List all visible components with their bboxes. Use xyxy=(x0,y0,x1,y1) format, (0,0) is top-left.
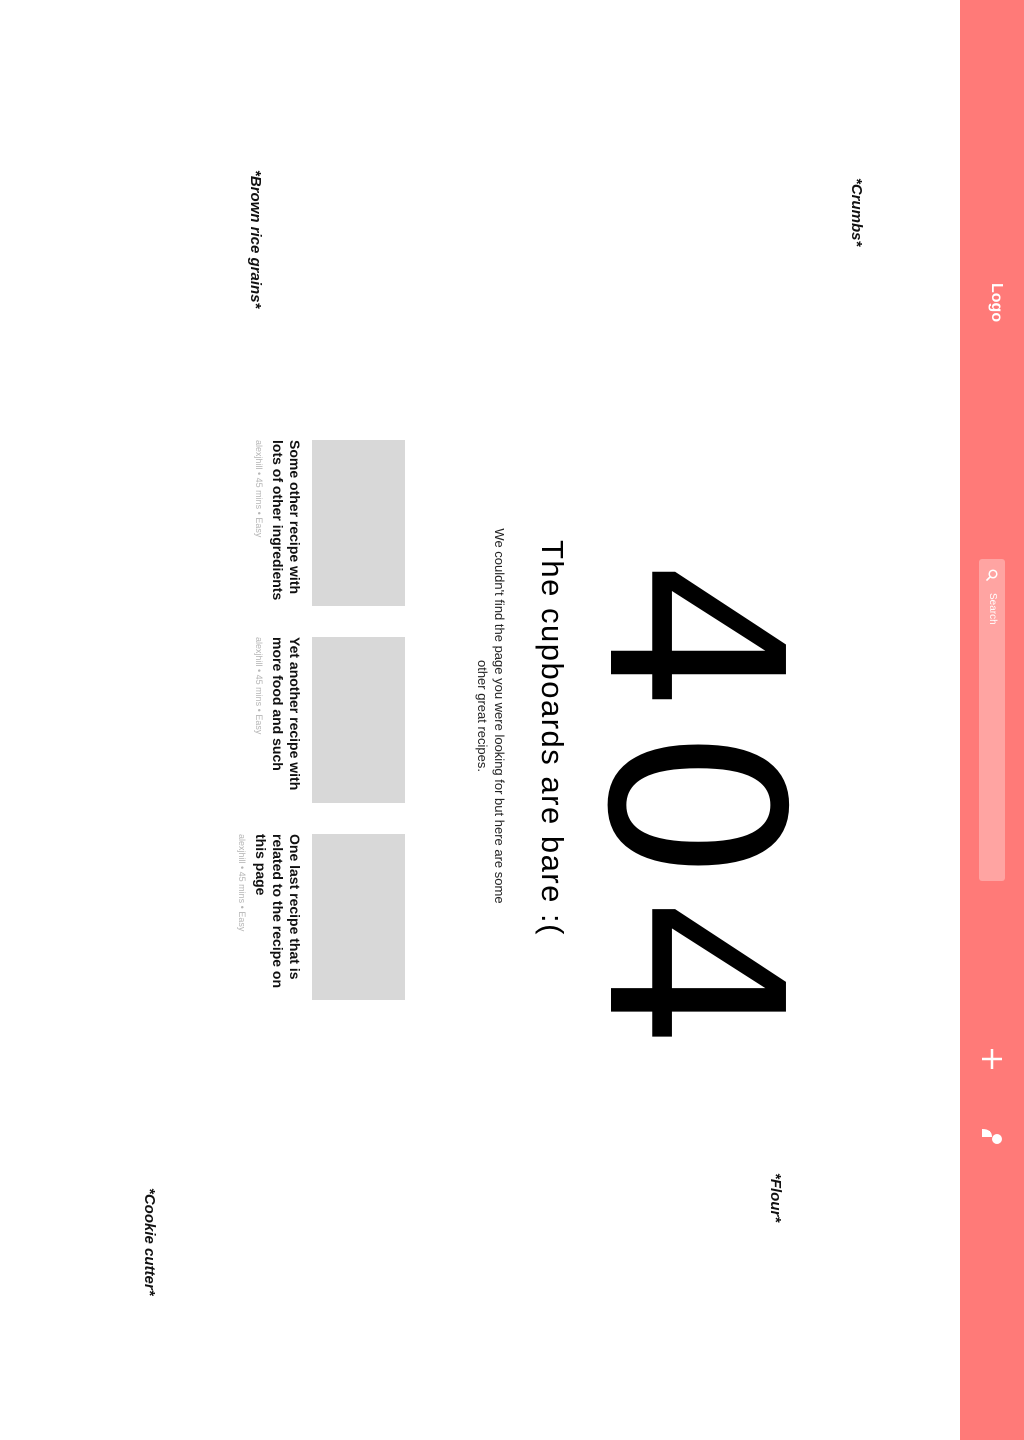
user-icon[interactable] xyxy=(981,1128,1003,1150)
search-icon xyxy=(986,569,998,581)
search-placeholder: Search xyxy=(987,593,998,625)
top-nav: Logo Search xyxy=(960,0,1024,1440)
search-input[interactable]: Search xyxy=(979,559,1005,881)
error-code: 404 xyxy=(554,560,834,1067)
recipe-title[interactable]: Yet another recipe with more food and su… xyxy=(269,637,303,803)
brown-rice-label: *Brown rice grains* xyxy=(247,170,264,309)
cookie-cutter-label: *Cookie cutter* xyxy=(141,1188,158,1296)
recipe-meta: alexjhill • 45 mins • Easy xyxy=(237,834,247,932)
recipe-meta: alexjhill • 45 mins • Easy xyxy=(254,637,264,735)
recipe-card[interactable]: Some other recipe with lots of other ing… xyxy=(253,440,405,606)
plus-icon[interactable] xyxy=(981,1048,1003,1070)
crumbs-label: *Crumbs* xyxy=(848,178,865,247)
error-message: We couldn't find the page you were looki… xyxy=(475,528,507,904)
flour-label: *Flour* xyxy=(767,1173,784,1223)
recipe-meta: alexjhill • 45 mins • Easy xyxy=(254,440,264,538)
recipe-title[interactable]: One last recipe that is related to the r… xyxy=(252,834,303,1000)
recipe-card[interactable]: Yet another recipe with more food and su… xyxy=(253,637,405,803)
recipe-card[interactable]: One last recipe that is related to the r… xyxy=(236,834,405,1000)
recipe-thumbnail[interactable] xyxy=(312,440,405,606)
recipe-thumbnail[interactable] xyxy=(312,637,405,803)
page: Logo Search *Crumbs* *Brown rice grains*… xyxy=(0,0,1024,1440)
error-headline: The cupboards are bare :( xyxy=(535,540,570,936)
logo[interactable]: Logo xyxy=(986,283,1006,322)
recipe-title[interactable]: Some other recipe with lots of other ing… xyxy=(269,440,303,606)
recipe-thumbnail[interactable] xyxy=(312,834,405,1000)
